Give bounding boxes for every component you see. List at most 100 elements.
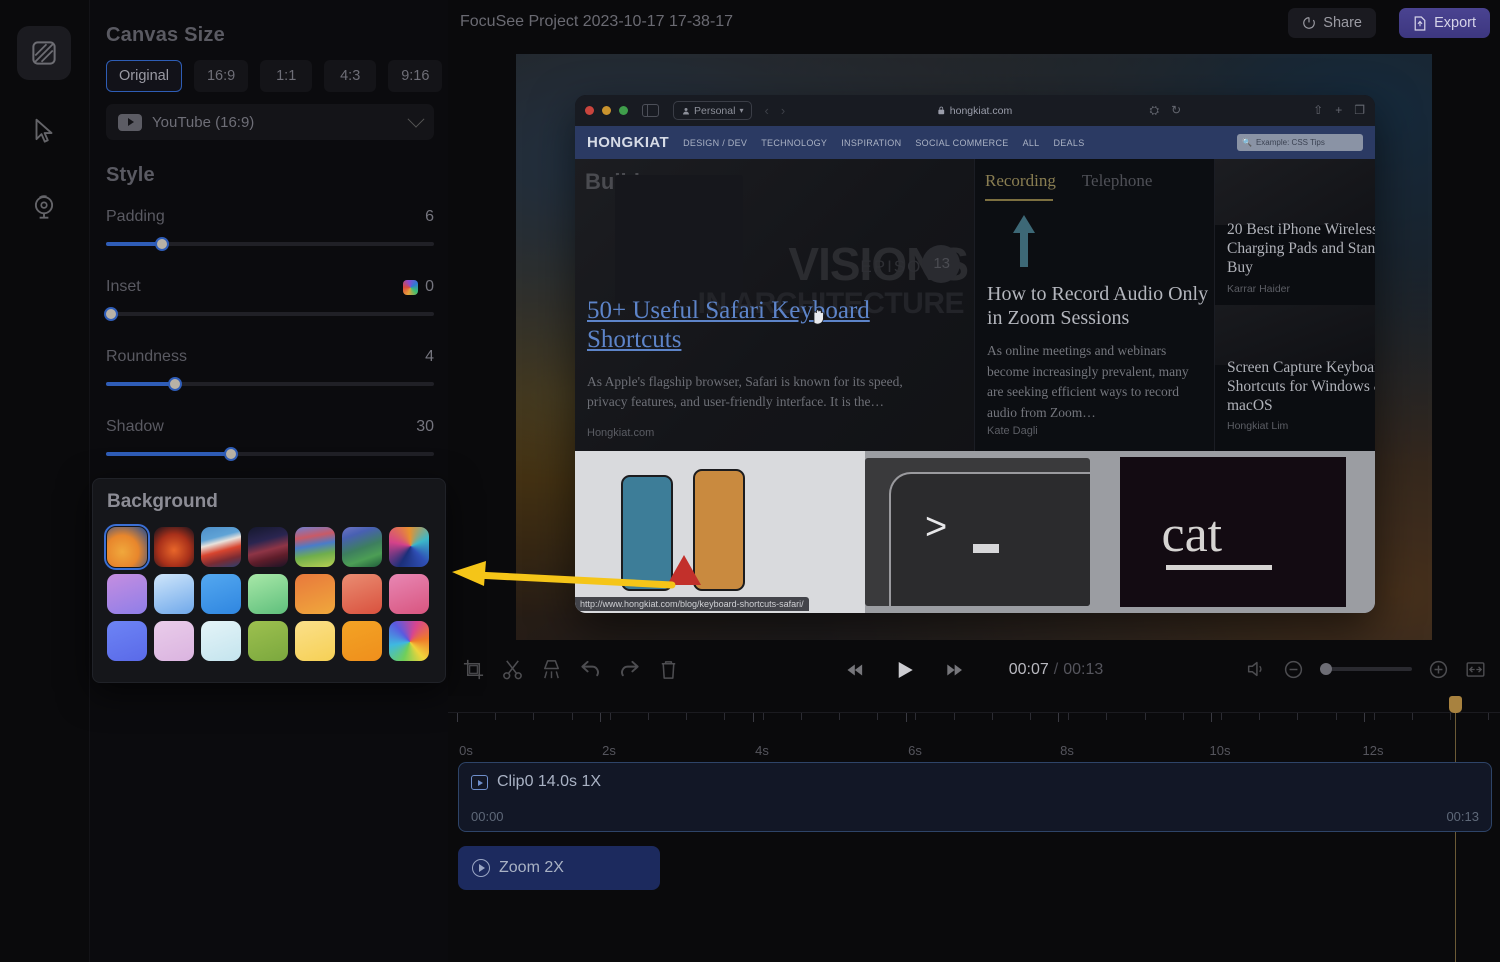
slider-inset-knob[interactable]	[104, 307, 118, 321]
background-swatch-gradient-yellow[interactable]	[295, 621, 335, 661]
background-swatch-gradient-indigo[interactable]	[107, 621, 147, 661]
ratio-9-16[interactable]: 9:16	[388, 60, 443, 92]
background-swatch-wallpaper-bigsur-red[interactable]	[201, 527, 241, 567]
slider-roundness-track[interactable]	[106, 377, 434, 391]
slider-padding-label: Padding	[106, 208, 165, 225]
background-swatch-gradient-pink[interactable]	[389, 574, 429, 614]
background-swatch-gradient-amber[interactable]	[342, 621, 382, 661]
background-swatch-gradient-salmon[interactable]	[342, 574, 382, 614]
inset-color-icon[interactable]	[403, 279, 419, 295]
nav-design-dev[interactable]: DESIGN / DEV	[683, 138, 747, 148]
forward-icon[interactable]: ›	[781, 103, 785, 118]
lower-card-phone-transfer[interactable]: http://www.hongkiat.com/blog/keyboard-sh…	[575, 451, 865, 613]
background-swatch-wallpaper-ios-green[interactable]	[295, 527, 335, 567]
canvas-preset-dropdown[interactable]: YouTube (16:9)	[106, 104, 434, 140]
export-icon	[1414, 15, 1426, 31]
zoom-slider-knob[interactable]	[1320, 663, 1332, 675]
spotlight-icon[interactable]	[540, 658, 563, 681]
profile-chip[interactable]: Personal ▾	[673, 101, 753, 120]
background-swatch-gradient-orange[interactable]	[295, 574, 335, 614]
crop-icon[interactable]	[462, 658, 485, 681]
ruler-label-6s: 6s	[908, 743, 922, 758]
article-2-title[interactable]: How to Record Audio Only in Zoom Session…	[987, 283, 1209, 330]
slider-shadow-track[interactable]	[106, 447, 434, 461]
background-swatch-wallpaper-dark-flower[interactable]	[154, 527, 194, 567]
nav-inspiration[interactable]: INSPIRATION	[841, 138, 901, 148]
background-swatch-gradient-purple[interactable]	[107, 574, 147, 614]
playhead-handle[interactable]	[1449, 696, 1462, 713]
timeline-clip-zoom[interactable]: Zoom 2X	[458, 846, 660, 890]
lower-card-cat[interactable]: cat	[1090, 451, 1375, 613]
ratio-original[interactable]: Original	[106, 60, 182, 92]
lower-card-terminal[interactable]: >	[865, 451, 1090, 613]
browser-address-bar[interactable]: hongkiat.com	[938, 105, 1012, 117]
reload-icon[interactable]: ↻	[1171, 103, 1181, 118]
rail-item-cursor[interactable]	[17, 104, 71, 158]
ratio-4-3[interactable]: 4:3	[324, 60, 377, 92]
background-swatch-wallpaper-sonoma-green[interactable]	[342, 527, 382, 567]
fit-to-screen-icon[interactable]	[1465, 659, 1486, 680]
cut-icon[interactable]	[501, 658, 524, 681]
ruler-tick	[762, 713, 764, 720]
redo-icon[interactable]	[618, 658, 641, 681]
tab-recording[interactable]: Recording	[985, 171, 1056, 191]
zoom-in-icon[interactable]	[1428, 659, 1449, 680]
background-swatch-gradient-olive[interactable]	[248, 621, 288, 661]
slider-padding-track[interactable]	[106, 237, 434, 251]
traffic-light-minimize[interactable]	[602, 106, 611, 115]
background-swatch-gradient-lilac[interactable]	[154, 621, 194, 661]
timeline-clip-clip0[interactable]: Clip0 14.0s 1X 00:00 00:13	[458, 762, 1492, 832]
background-swatch-wallpaper-ventura-orange[interactable]	[104, 524, 150, 570]
ratio-1-1[interactable]: 1:1	[260, 60, 313, 92]
nav-deals[interactable]: DEALS	[1053, 138, 1084, 148]
background-swatch-gradient-green[interactable]	[248, 574, 288, 614]
tab-telephone[interactable]: Telephone	[1082, 171, 1153, 191]
slider-inset-track[interactable]	[104, 307, 434, 321]
nav-technology[interactable]: TECHNOLOGY	[761, 138, 827, 148]
slider-shadow-value: 30	[416, 418, 434, 435]
nav-all[interactable]: ALL	[1023, 138, 1040, 148]
new-tab-icon[interactable]: +	[1335, 103, 1342, 118]
article-4-title[interactable]: Screen Capture Keyboard Shortcuts for Wi…	[1227, 359, 1375, 416]
share-page-icon[interactable]: ⇧	[1313, 103, 1323, 118]
background-swatch-wallpaper-monterey-dark[interactable]	[248, 527, 288, 567]
app-header: FocuSee Project 2023-10-17 17-38-17 Shar…	[448, 0, 1500, 46]
background-swatch-gradient-ice[interactable]	[201, 621, 241, 661]
background-swatch-wallpaper-prism[interactable]	[389, 527, 429, 567]
timeline[interactable]: 0s 2s 4s 6s 8s 10s 12s Clip0 14.0s 1X 00:00 00…	[448, 696, 1500, 962]
zoom-slider[interactable]	[1320, 663, 1412, 675]
video-preview[interactable]: Personal ▾ ‹ › hongkiat.com ⛭ ↻ ⇧ + ❐ HO…	[516, 54, 1432, 640]
article-1-title[interactable]: 50+ Useful Safari Keyboard Shortcuts	[587, 297, 887, 355]
share-button[interactable]: Share	[1288, 8, 1376, 38]
volume-icon[interactable]	[1245, 658, 1267, 680]
slider-roundness-knob[interactable]	[167, 377, 182, 391]
timeline-ruler[interactable]: 0s 2s 4s 6s 8s 10s 12s	[448, 712, 1500, 758]
slider-padding-knob[interactable]	[154, 237, 169, 251]
background-swatch-gradient-blue[interactable]	[201, 574, 241, 614]
article-3-title[interactable]: 20 Best iPhone Wireless Charging Pads an…	[1227, 221, 1375, 278]
tab-overview-icon[interactable]: ❐	[1354, 103, 1365, 118]
rewind-icon[interactable]	[845, 659, 867, 681]
slider-shadow-knob[interactable]	[223, 447, 238, 461]
rail-item-webcam[interactable]	[17, 180, 71, 234]
delete-icon[interactable]	[657, 658, 680, 681]
traffic-light-close[interactable]	[585, 106, 594, 115]
focusee-editor-window: Canvas Size Original 16:9 1:1 4:3 9:16 Y…	[0, 0, 1500, 962]
zoom-out-icon[interactable]	[1283, 659, 1304, 680]
ruler-tick	[1182, 713, 1184, 720]
fast-forward-icon[interactable]	[943, 659, 965, 681]
play-icon[interactable]	[893, 658, 917, 682]
back-icon[interactable]: ‹	[764, 103, 768, 118]
sidebar-toggle-icon[interactable]	[642, 104, 659, 117]
rail-item-background[interactable]	[17, 26, 71, 80]
export-button[interactable]: Export	[1399, 8, 1490, 38]
ratio-16-9[interactable]: 16:9	[193, 60, 249, 92]
ruler-tick-major	[600, 713, 601, 722]
traffic-light-maximize[interactable]	[619, 106, 628, 115]
site-search-input[interactable]: 🔍 Example: CSS Tips	[1237, 134, 1363, 151]
nav-social-commerce[interactable]: SOCIAL COMMERCE	[915, 138, 1008, 148]
undo-icon[interactable]	[579, 658, 602, 681]
extensions-icon[interactable]: ⛭	[1149, 103, 1159, 118]
background-swatch-gradient-rainbow[interactable]	[389, 621, 429, 661]
background-swatch-gradient-sky-light[interactable]	[154, 574, 194, 614]
